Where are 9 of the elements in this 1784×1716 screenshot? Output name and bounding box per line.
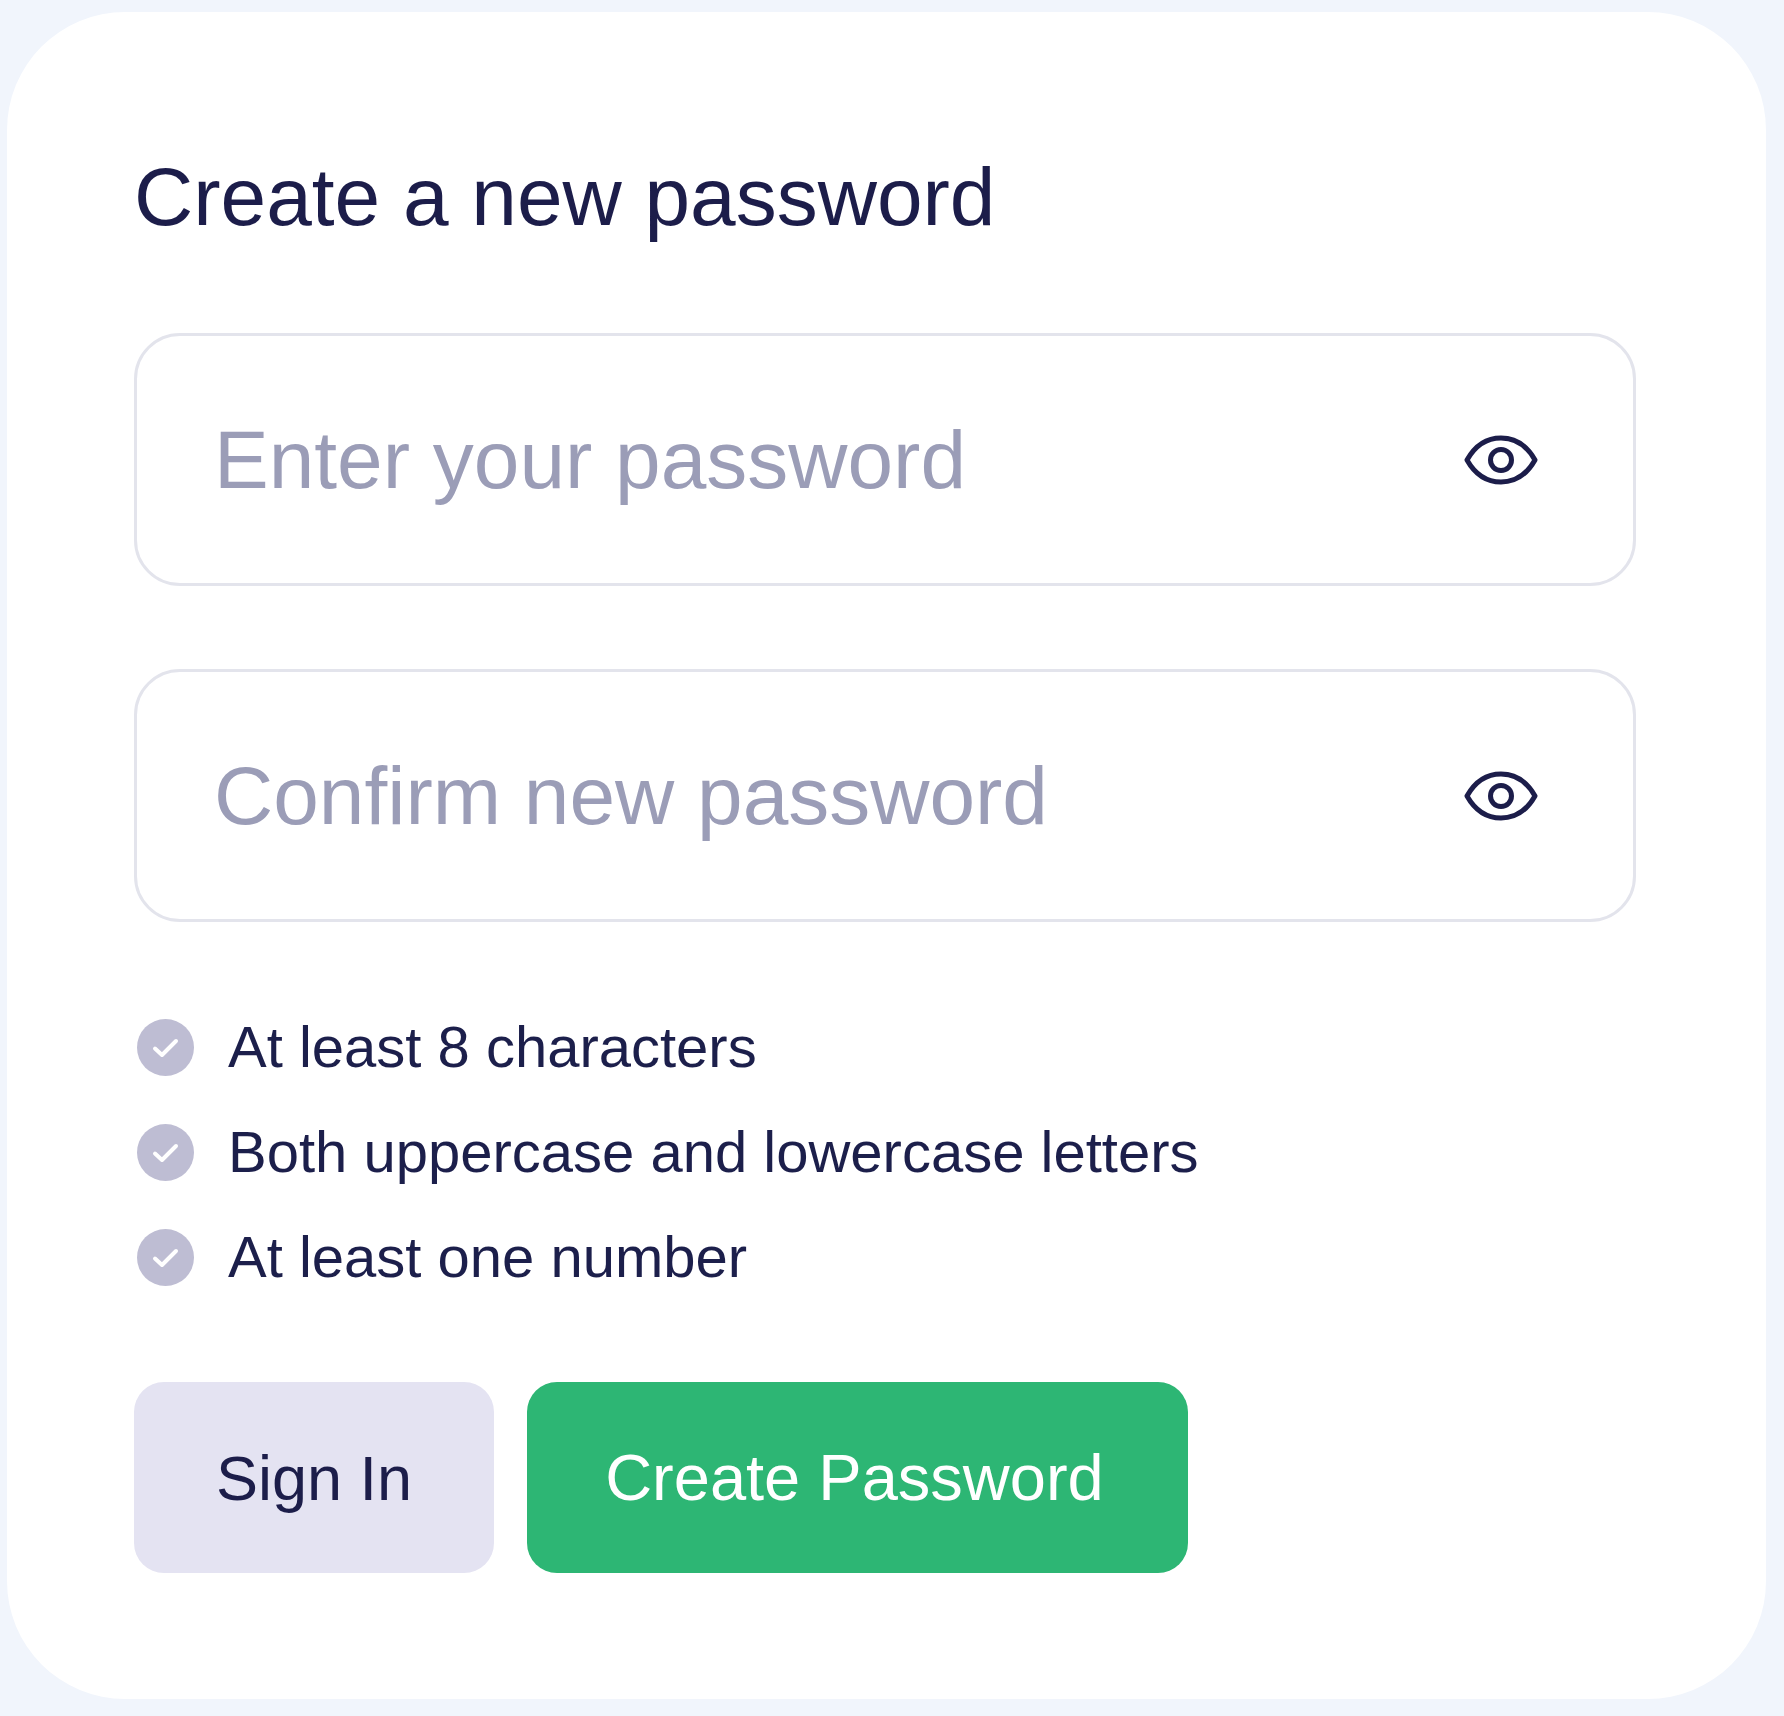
requirement-text: At least one number — [228, 1223, 748, 1291]
page-title: Create a new password — [134, 150, 996, 244]
sign-in-button[interactable]: Sign In — [134, 1382, 495, 1573]
password-field[interactable]: Confirm new password — [134, 669, 1636, 922]
requirement-text: Both uppercase and lowercase letters — [228, 1118, 1199, 1186]
eye-icon[interactable] — [1464, 771, 1538, 821]
requirement-text: At least 8 characters — [228, 1013, 757, 1081]
eye-icon[interactable] — [1464, 435, 1538, 485]
password-field[interactable]: Enter your password — [134, 333, 1636, 586]
